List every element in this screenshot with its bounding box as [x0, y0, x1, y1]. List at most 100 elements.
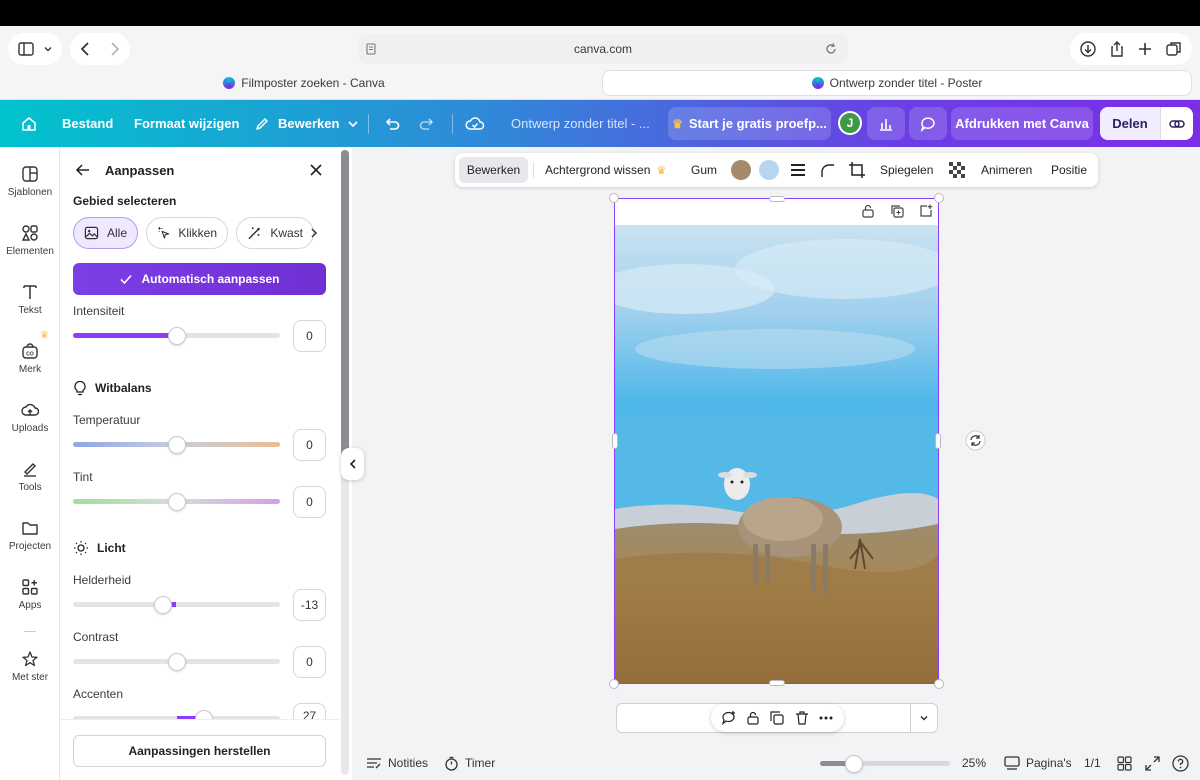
chevron-right-icon[interactable] [309, 227, 319, 239]
resize-handle-top-left[interactable] [609, 193, 619, 203]
rail-label: Tools [18, 482, 42, 493]
edit-menu-button[interactable]: Bewerken [254, 100, 359, 147]
animate-button[interactable]: Animeren [981, 153, 1032, 187]
background-remover-button[interactable]: Achtergrond wissen ♛ [545, 153, 666, 187]
expand-pages-button[interactable] [910, 704, 937, 732]
share-icon[interactable] [1108, 40, 1126, 58]
lock-icon[interactable] [745, 710, 761, 726]
chip-brush[interactable]: Kwast [236, 217, 314, 249]
reload-icon[interactable] [824, 42, 838, 56]
color-swatch-brown[interactable] [731, 160, 751, 180]
intensity-value-field[interactable]: 0 [293, 320, 326, 352]
selection-frame[interactable] [609, 193, 944, 689]
edit-image-button[interactable]: Bewerken [459, 157, 528, 183]
comments-button[interactable] [909, 107, 947, 140]
flip-button[interactable]: Spiegelen [880, 153, 933, 187]
download-icon[interactable] [1079, 40, 1097, 58]
trash-icon[interactable] [794, 710, 810, 726]
file-menu-button[interactable]: Bestand [62, 100, 113, 147]
color-swatch-light-blue[interactable] [759, 160, 779, 180]
avatar[interactable]: J [838, 111, 862, 135]
grid-view-icon[interactable] [1117, 756, 1132, 771]
brightness-value-field[interactable]: -13 [293, 589, 326, 621]
more-icon[interactable] [818, 710, 834, 726]
document-title[interactable]: Ontwerp zonder titel - ... [511, 100, 650, 147]
tint-slider-knob[interactable] [167, 493, 186, 511]
rotate-icon[interactable] [965, 430, 986, 451]
zoom-slider-track[interactable] [820, 761, 950, 766]
chip-click[interactable]: Klikken [146, 217, 228, 249]
panel-scrollbar-thumb[interactable] [341, 150, 349, 460]
resize-handle-bottom-right[interactable] [934, 679, 944, 689]
pages-button[interactable]: Pagina's [1004, 753, 1072, 773]
rail-item-brand[interactable]: ♛ CO Merk [0, 330, 60, 375]
crop-icon[interactable] [848, 161, 866, 179]
rail-item-uploads[interactable]: Uploads [0, 401, 60, 434]
rail-item-elements[interactable]: Elementen [0, 224, 60, 257]
notes-button[interactable]: Notities [366, 753, 428, 773]
intensity-slider-knob[interactable] [167, 327, 186, 345]
auto-adjust-button[interactable]: Automatisch aanpassen [73, 263, 326, 295]
resize-handle-top[interactable] [769, 196, 785, 202]
timer-button[interactable]: Timer [444, 753, 495, 773]
rail-item-text[interactable]: Tekst [0, 283, 60, 316]
print-with-canva-button[interactable]: Afdrukken met Canva [951, 107, 1093, 140]
collapse-panel-button[interactable] [341, 448, 364, 480]
contrast-slider-knob[interactable] [167, 653, 186, 671]
insights-button[interactable] [867, 107, 905, 140]
back-arrow-icon[interactable] [75, 162, 91, 178]
rail-item-starred[interactable]: Met ster [0, 650, 60, 683]
chip-all[interactable]: Alle [73, 217, 138, 249]
copy-link-button[interactable] [1160, 107, 1193, 140]
rail-item-templates[interactable]: Sjablonen [0, 165, 60, 198]
transparency-icon[interactable] [949, 162, 965, 178]
add-page-icon[interactable] [919, 204, 933, 218]
resize-handle-top-right[interactable] [934, 193, 944, 203]
rail-item-apps[interactable]: Apps [0, 578, 60, 611]
duplicate-icon[interactable] [890, 204, 904, 218]
page-count: 1/1 [1084, 756, 1101, 770]
share-button[interactable]: Delen [1100, 107, 1160, 140]
brightness-slider-knob[interactable] [154, 596, 173, 614]
tint-value-field[interactable]: 0 [293, 486, 326, 518]
help-icon[interactable] [1172, 755, 1189, 772]
resize-handle-right[interactable] [935, 433, 941, 449]
eraser-button[interactable]: Gum [691, 153, 717, 187]
contrast-value-field[interactable]: 0 [293, 646, 326, 678]
temperature-slider-knob[interactable] [167, 436, 186, 454]
rail-item-projects[interactable]: Projecten [0, 519, 60, 552]
reset-adjustments-button[interactable]: Aanpassingen herstellen [73, 735, 326, 767]
temperature-value-field[interactable]: 0 [293, 429, 326, 461]
page-menu-icon[interactable] [364, 42, 378, 56]
brightness-slider-track[interactable] [73, 602, 280, 607]
free-trial-button[interactable]: ♛ Start je gratis proefp... [668, 107, 831, 140]
redo-button[interactable] [418, 100, 436, 147]
home-button[interactable] [20, 100, 38, 147]
resize-handle-bottom-left[interactable] [609, 679, 619, 689]
save-status-button[interactable] [465, 100, 485, 147]
position-button[interactable]: Positie [1051, 153, 1087, 187]
new-tab-icon[interactable] [1136, 40, 1154, 58]
rail-label: Merk [18, 364, 42, 375]
sidebar-toggle-button[interactable] [8, 33, 62, 65]
rail-item-tools[interactable]: Tools [0, 460, 60, 493]
duplicate-icon[interactable] [769, 710, 785, 726]
undo-button[interactable] [383, 100, 401, 147]
browser-tab-1[interactable]: Filmposter zoeken - Canva [8, 70, 600, 96]
browser-tab-2[interactable]: Ontwerp zonder titel - Poster [602, 70, 1192, 96]
address-bar[interactable]: canva.com [358, 34, 848, 64]
resize-handle-bottom[interactable] [769, 680, 785, 686]
add-comment-icon[interactable] [721, 710, 737, 726]
forward-icon[interactable] [105, 40, 123, 58]
fullscreen-icon[interactable] [1145, 756, 1160, 771]
resize-button[interactable]: Formaat wijzigen [134, 100, 239, 147]
resize-handle-left[interactable] [612, 433, 618, 449]
tab-overview-icon[interactable] [1165, 40, 1183, 58]
border-style-icon[interactable] [790, 163, 806, 177]
corner-rounding-icon[interactable] [820, 163, 836, 179]
close-icon[interactable] [308, 162, 324, 178]
lock-icon[interactable] [861, 204, 875, 218]
back-icon[interactable] [77, 40, 95, 58]
zoom-level[interactable]: 25% [962, 753, 986, 773]
zoom-slider-knob[interactable] [845, 755, 863, 773]
